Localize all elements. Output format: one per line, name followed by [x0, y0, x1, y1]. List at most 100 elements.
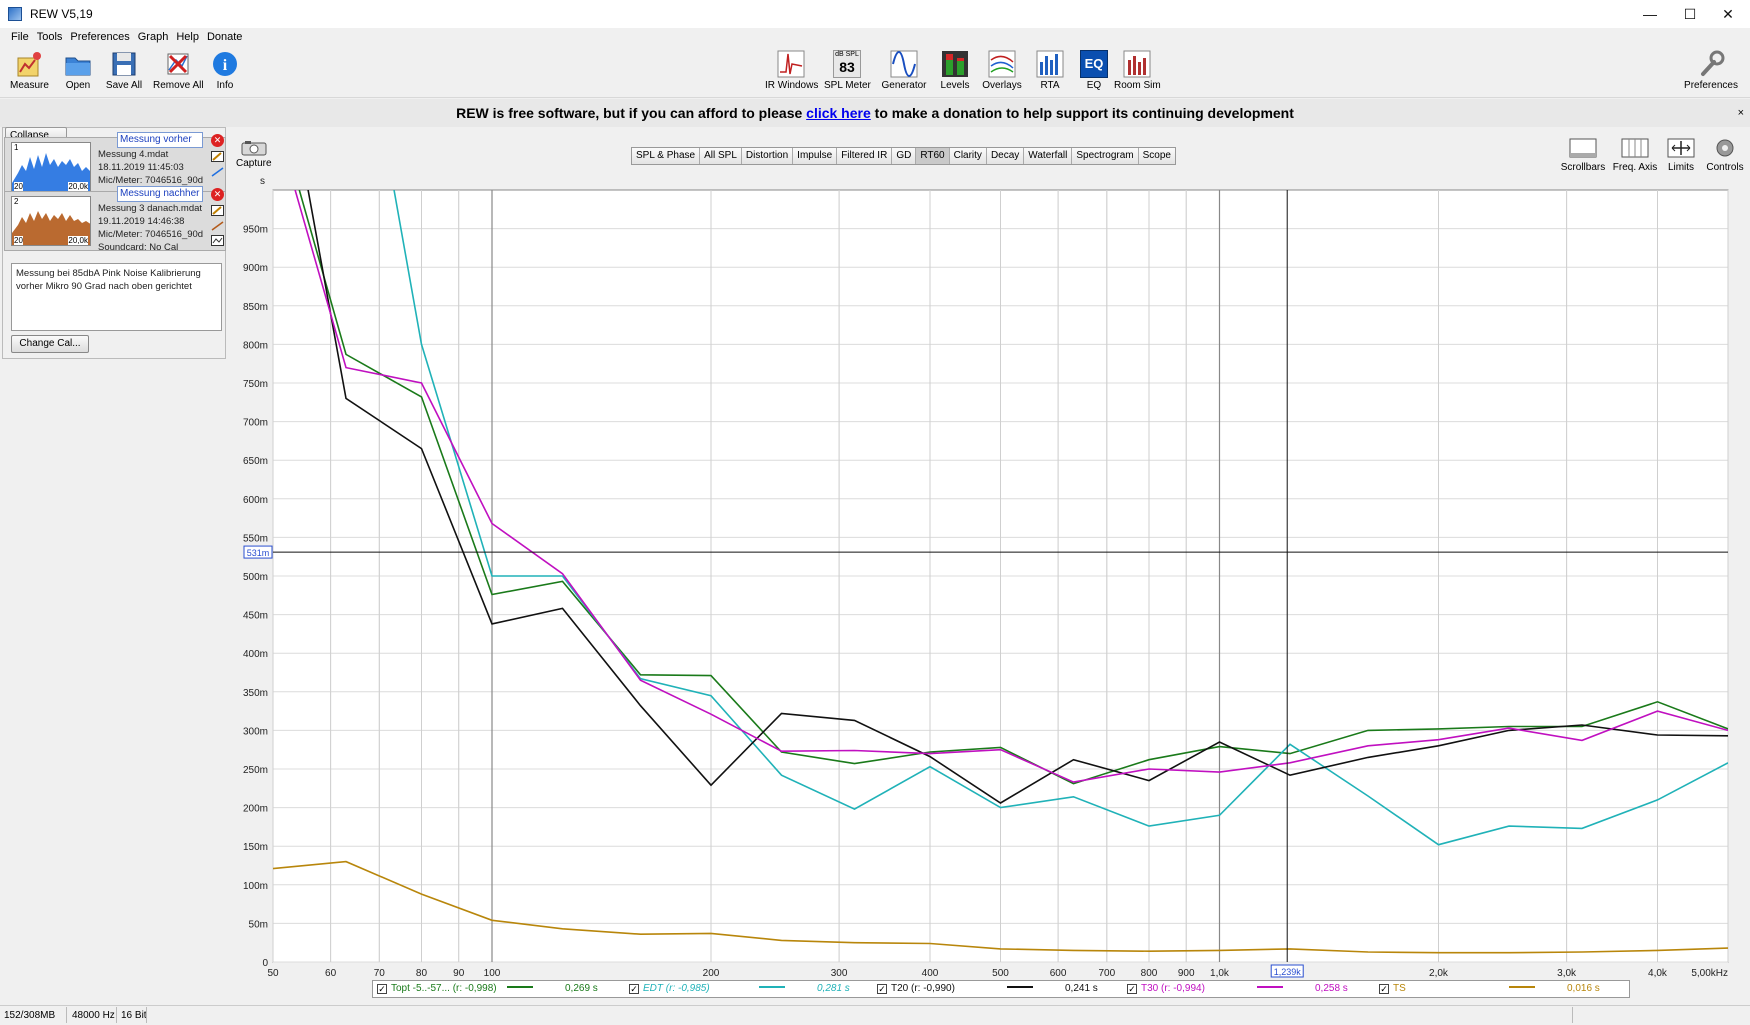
delete-measurement-icon[interactable]: ✕ — [211, 134, 224, 147]
donate-link[interactable]: click here — [806, 105, 871, 121]
spl-meter-icon: dB SPL 83 — [833, 50, 861, 78]
cursor-x-label: 1,239k — [1274, 967, 1302, 977]
legend-swatch — [507, 986, 533, 988]
freq-axis-button[interactable]: Freq. Axis — [1610, 137, 1660, 173]
x-tick-label: 90 — [453, 968, 465, 979]
rt60-graph[interactable]: 0 50m 100m 150m 200m 250m 300m 350m 400m 450m 500m… — [0, 170, 1750, 980]
rta-button[interactable]: RTA — [1034, 50, 1066, 91]
scrollbars-button[interactable]: Scrollbars — [1560, 137, 1606, 173]
legend-checkbox[interactable]: ✓ — [629, 984, 639, 994]
y-tick-label: 500m — [243, 572, 268, 583]
controls-button[interactable]: Controls — [1706, 137, 1744, 173]
legend-entry[interactable]: ✓ TS — [1379, 983, 1406, 994]
tab-spectrogram[interactable]: Spectrogram — [1072, 148, 1139, 164]
menu-graph[interactable]: Graph — [134, 28, 173, 43]
menu-donate[interactable]: Donate — [203, 28, 246, 43]
legend-entry[interactable]: ✓ T30 (r: -0,994) — [1127, 983, 1205, 994]
limits-button[interactable]: Limits — [1664, 137, 1698, 173]
tab-scope[interactable]: Scope — [1138, 148, 1175, 164]
tab-waterfall[interactable]: Waterfall — [1024, 148, 1073, 164]
window-title: REW V5,19 — [30, 7, 93, 21]
room-sim-button[interactable]: Room Sim — [1114, 50, 1161, 91]
legend-series-value: 0,281 s — [817, 983, 850, 994]
legend-series-name: EDT (r: -0,985) — [643, 983, 710, 994]
banner-close-icon[interactable]: × — [1738, 99, 1744, 127]
legend-entry[interactable]: ✓ Topt -5..-57... (r: -0,998) — [377, 983, 497, 994]
generator-button[interactable]: Generator — [880, 50, 928, 91]
legend-checkbox[interactable]: ✓ — [377, 984, 387, 994]
measure-icon — [15, 50, 43, 78]
edit-icon[interactable] — [211, 151, 224, 162]
capture-button[interactable]: Capture — [236, 140, 272, 169]
tab-all-spl[interactable]: All SPL — [700, 148, 742, 164]
rta-icon — [1036, 50, 1064, 78]
ir-windows-button[interactable]: IR Windows — [765, 50, 818, 91]
freq-axis-icon — [1620, 137, 1650, 159]
remove-icon — [164, 50, 192, 78]
legend-swatch-value: 0,241 s — [1003, 983, 1098, 994]
menu-preferences[interactable]: Preferences — [66, 28, 133, 43]
legend-entry[interactable]: ✓ T20 (r: -0,990) — [877, 983, 955, 994]
y-tick-label: 150m — [243, 842, 268, 853]
graph-legend: ✓ Topt -5..-57... (r: -0,998) 0,269 s ✓ EDT … — [372, 980, 1630, 998]
tab-clarity[interactable]: Clarity — [949, 148, 987, 164]
y-tick-label: 200m — [243, 804, 268, 815]
levels-button[interactable]: Levels — [938, 50, 972, 91]
preferences-button[interactable]: Preferences — [1682, 50, 1740, 91]
legend-checkbox[interactable]: ✓ — [1379, 984, 1389, 994]
menu-bar: File Tools Preferences Graph Help Donate — [0, 28, 1750, 46]
gear-icon — [1710, 137, 1740, 159]
legend-checkbox[interactable]: ✓ — [877, 984, 887, 994]
rew-window: REW V5,19 — ☐ ✕ File Tools Preferences Grap… — [0, 0, 1750, 1025]
y-tick-label: 600m — [243, 495, 268, 506]
measurement-name-field[interactable]: Messung vorher — [117, 132, 203, 148]
x-tick-label: 200 — [703, 968, 720, 979]
y-tick-label: 350m — [243, 688, 268, 699]
x-tick-label: 900 — [1178, 968, 1195, 979]
title-bar: REW V5,19 — ☐ ✕ — [0, 0, 1750, 28]
rt60-chart[interactable]: 050m100m150m200m250m300m350m400m450m500m… — [0, 170, 1750, 980]
y-tick-label: 700m — [243, 418, 268, 429]
tab-distortion[interactable]: Distortion — [741, 148, 794, 164]
x-tick-label: 5,00kHz — [1691, 968, 1728, 979]
limits-icon — [1666, 137, 1696, 159]
open-button[interactable]: Open — [60, 50, 96, 91]
legend-checkbox[interactable]: ✓ — [1127, 984, 1137, 994]
x-tick-label: 400 — [922, 968, 939, 979]
y-tick-label: 800m — [243, 340, 268, 351]
legend-swatch — [1257, 986, 1283, 988]
app-icon — [8, 7, 22, 21]
tab-impulse[interactable]: Impulse — [793, 148, 838, 164]
legend-series-name: T20 (r: -0,990) — [891, 983, 955, 994]
overlays-button[interactable]: Overlays — [980, 50, 1024, 91]
tab-spl-phase[interactable]: SPL & Phase — [632, 148, 701, 164]
menu-tools[interactable]: Tools — [33, 28, 67, 43]
eq-button[interactable]: EQ EQ — [1080, 50, 1108, 91]
tab-gd[interactable]: GD — [892, 148, 917, 164]
svg-text:i: i — [223, 57, 228, 74]
legend-series-name: T30 (r: -0,994) — [1141, 983, 1205, 994]
x-tick-label: 600 — [1050, 968, 1067, 979]
info-icon: i — [211, 50, 239, 78]
x-tick-label: 1,0k — [1210, 968, 1230, 979]
x-tick-label: 700 — [1098, 968, 1115, 979]
x-tick-label: 100 — [484, 968, 501, 979]
info-button[interactable]: i Info — [210, 50, 240, 91]
spl-meter-button[interactable]: dB SPL 83 SPL Meter — [824, 50, 871, 91]
status-bar: 152/308MB 48000 Hz 16 Bit — [0, 1005, 1750, 1025]
menu-help[interactable]: Help — [172, 28, 203, 43]
tab-decay[interactable]: Decay — [986, 148, 1025, 164]
scrollbars-icon — [1568, 137, 1598, 159]
remove-all-button[interactable]: Remove All — [153, 50, 204, 91]
close-window-button[interactable]: ✕ — [1705, 0, 1750, 28]
save-all-button[interactable]: Save All — [104, 50, 144, 91]
y-tick-label: 450m — [243, 611, 268, 622]
y-tick-label: 300m — [243, 726, 268, 737]
tab-filtered-ir[interactable]: Filtered IR — [837, 148, 893, 164]
measure-button[interactable]: Measure — [10, 50, 49, 91]
legend-entry[interactable]: ✓ EDT (r: -0,985) — [629, 983, 710, 994]
cursor-y-label: 531m — [247, 548, 270, 558]
tab-rt60[interactable]: RT60 — [916, 148, 950, 164]
x-tick-label: 80 — [416, 968, 428, 979]
menu-file[interactable]: File — [7, 28, 33, 43]
